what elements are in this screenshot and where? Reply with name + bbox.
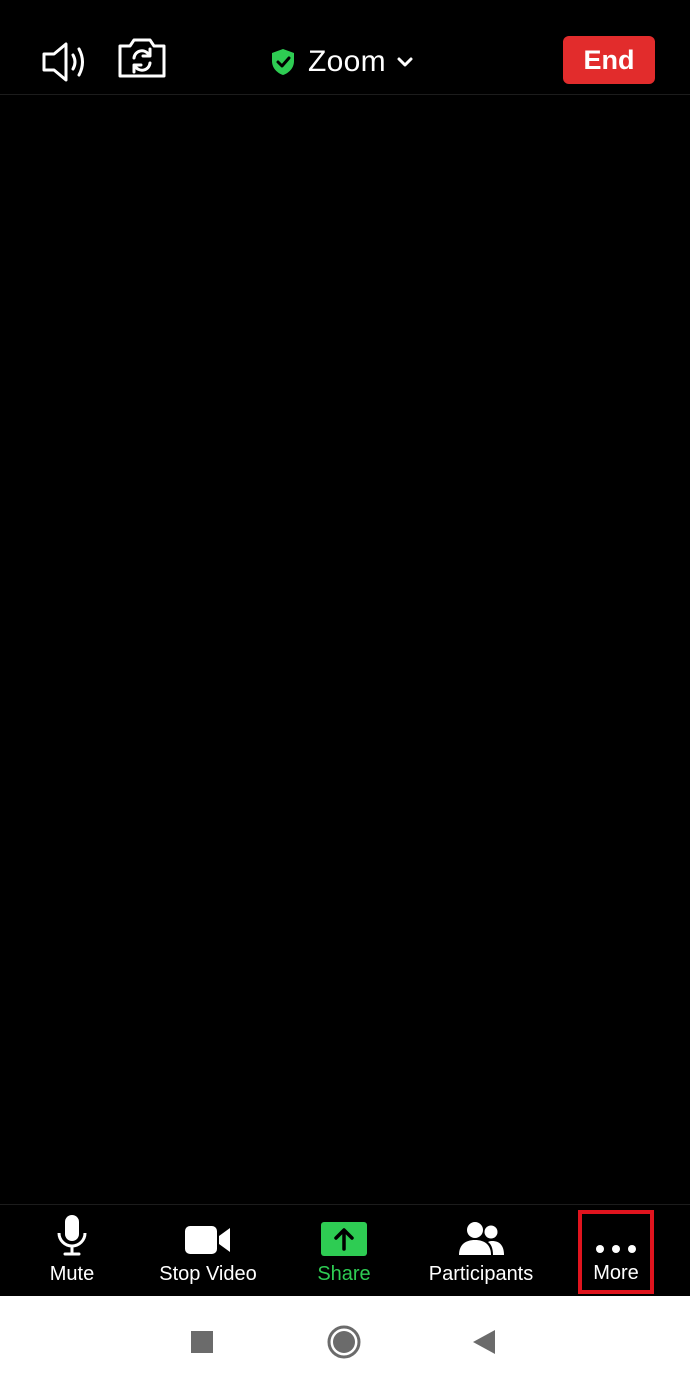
participants-button[interactable]: Participants (418, 1205, 544, 1297)
shield-check-icon (272, 49, 294, 75)
speaker-icon (42, 42, 84, 82)
share-button[interactable]: Share (304, 1205, 384, 1297)
participants-icon (459, 1222, 504, 1255)
switch-camera-button[interactable] (116, 36, 168, 80)
home-icon (327, 1325, 361, 1359)
more-label: More (593, 1262, 639, 1284)
back-icon (473, 1330, 495, 1354)
participants-label: Participants (428, 1263, 534, 1285)
meeting-title: Zoom (308, 45, 386, 78)
recents-icon (191, 1331, 213, 1353)
mute-label: Mute (49, 1263, 95, 1285)
more-button[interactable]: More (578, 1210, 654, 1294)
share-label: Share (317, 1263, 371, 1285)
chevron-down-icon (397, 57, 413, 67)
meeting-info-dropdown[interactable]: Zoom (268, 40, 414, 84)
more-dots-icon (596, 1245, 636, 1253)
end-meeting-button[interactable]: End (563, 36, 655, 84)
microphone-icon (57, 1215, 87, 1256)
video-area[interactable] (0, 95, 690, 1204)
back-button[interactable] (462, 1320, 506, 1364)
mute-button[interactable]: Mute (32, 1205, 112, 1297)
system-nav-bar (0, 1296, 690, 1388)
meeting-toolbar: Mute Stop Video Share Participants More (0, 1204, 690, 1297)
stop-video-label: Stop Video (159, 1263, 257, 1285)
video-camera-icon (185, 1226, 230, 1254)
meeting-top-bar: Zoom End (0, 0, 690, 95)
speaker-button[interactable] (40, 40, 92, 84)
share-screen-icon (321, 1222, 367, 1256)
home-button[interactable] (322, 1320, 366, 1364)
stop-video-button[interactable]: Stop Video (150, 1205, 266, 1297)
switch-camera-icon (118, 38, 166, 78)
recents-button[interactable] (180, 1320, 224, 1364)
